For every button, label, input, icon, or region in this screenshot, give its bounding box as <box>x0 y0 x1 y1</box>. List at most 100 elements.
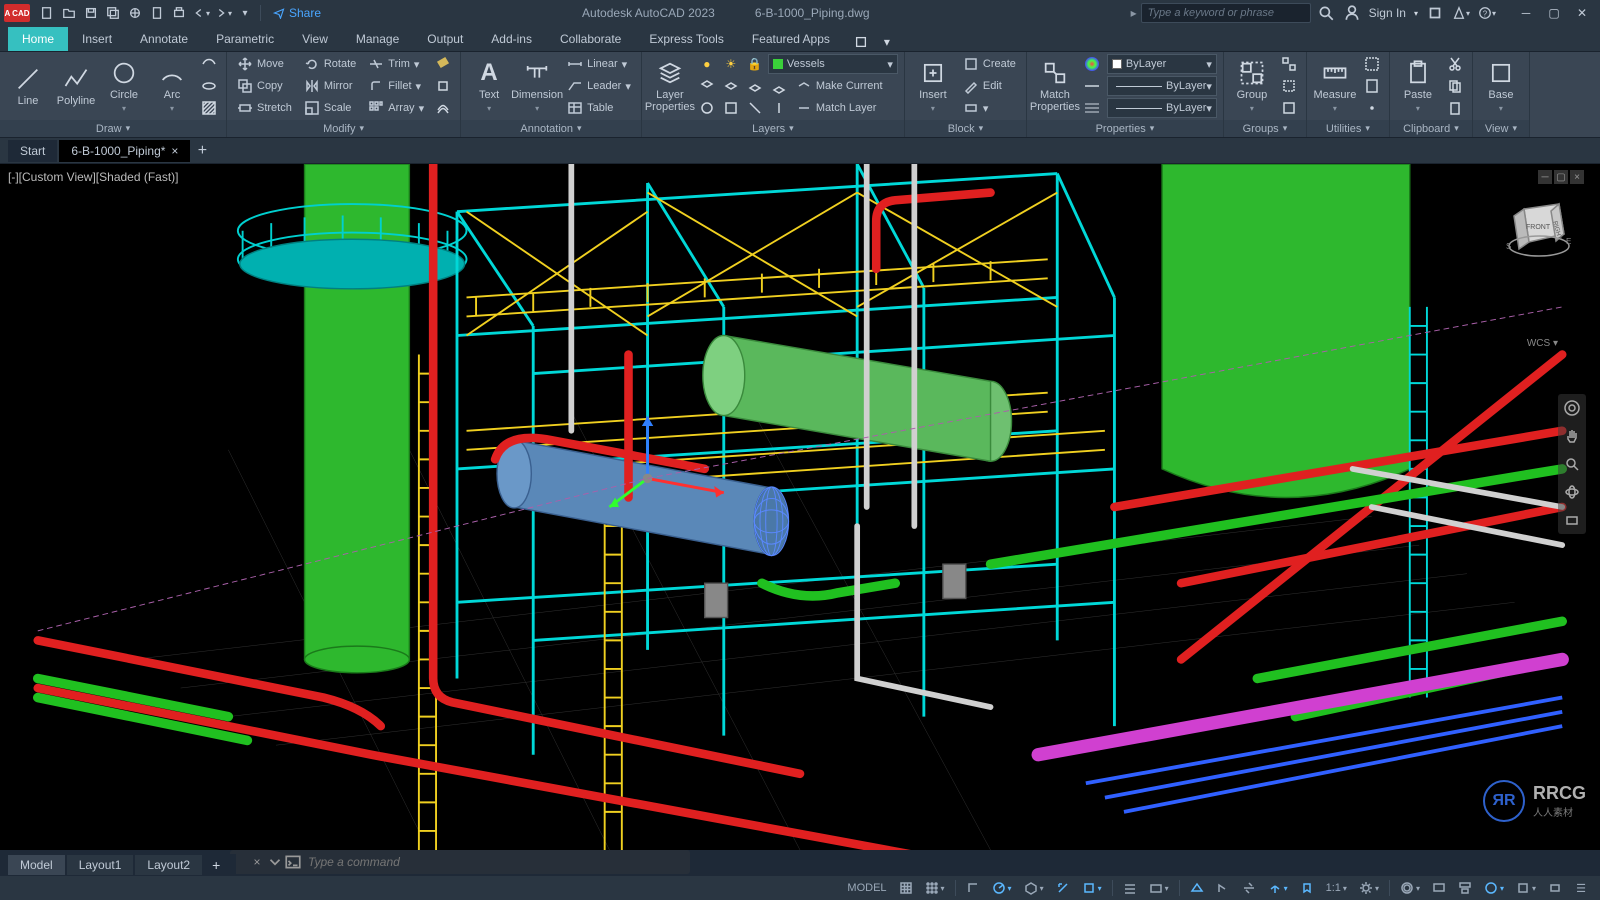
lweight-icon[interactable] <box>1081 98 1103 118</box>
cmd-close-icon[interactable]: × <box>248 853 266 871</box>
layer-dropdown[interactable]: Vessels▾ <box>768 54 898 74</box>
color-wheel-icon[interactable] <box>1081 54 1103 74</box>
minimize-icon[interactable]: ─ <box>1512 1 1540 25</box>
nav-wheel-icon[interactable] <box>1558 394 1586 422</box>
ltype-icon[interactable] <box>1081 76 1103 96</box>
status-dynucs-icon[interactable] <box>1212 878 1234 898</box>
tab-featuredapps[interactable]: Featured Apps <box>738 27 844 51</box>
layer-a-icon[interactable] <box>696 98 718 118</box>
vc-close-icon[interactable]: × <box>1570 170 1584 184</box>
layer-off-icon[interactable] <box>744 76 766 96</box>
panel-layers-title[interactable]: Layers▾ <box>642 120 904 137</box>
arc-button[interactable]: Arc▾ <box>150 54 194 118</box>
viewcube[interactable]: FRONT RIGHT S E <box>1504 194 1574 264</box>
app-icon-a[interactable]: ▾ <box>1452 4 1470 22</box>
status-monitor-icon[interactable] <box>1428 878 1450 898</box>
status-lwt-icon[interactable] <box>1119 878 1141 898</box>
paste-button[interactable]: Paste▾ <box>1396 54 1440 118</box>
linetype-dropdown[interactable]: ByLayer▾ <box>1107 76 1217 96</box>
status-selcycle-icon[interactable] <box>1238 878 1260 898</box>
nav-showmotion-icon[interactable] <box>1558 506 1586 534</box>
base-button[interactable]: Base▾ <box>1479 54 1523 118</box>
vc-min-icon[interactable]: ─ <box>1538 170 1552 184</box>
exchange-icon[interactable] <box>1426 4 1444 22</box>
status-filter-icon[interactable] <box>1454 878 1476 898</box>
make-current-button[interactable]: Make Current <box>792 76 887 96</box>
status-clean-icon[interactable] <box>1544 878 1566 898</box>
help-icon[interactable]: ?▾ <box>1478 4 1496 22</box>
trim-button[interactable]: Trim ▾ <box>364 54 428 74</box>
stretch-button[interactable]: Stretch <box>233 98 296 118</box>
cut-icon[interactable] <box>1444 54 1466 74</box>
panel-utilities-title[interactable]: Utilities▾ <box>1307 120 1389 137</box>
nav-zoom-icon[interactable] <box>1558 450 1586 478</box>
explode-icon[interactable] <box>432 76 454 96</box>
color-dropdown[interactable]: ByLayer▾ <box>1107 54 1217 74</box>
leader-button[interactable]: Leader ▾ <box>563 76 635 96</box>
line-button[interactable]: Line <box>6 54 50 118</box>
match-layer-button[interactable]: Match Layer <box>792 98 881 118</box>
panel-properties-title[interactable]: Properties▾ <box>1027 120 1223 137</box>
qat-new-icon[interactable] <box>37 3 57 23</box>
vc-max-icon[interactable]: ▢ <box>1554 170 1568 184</box>
layer-states-icon[interactable] <box>696 76 718 96</box>
status-polar-icon[interactable]: ▾ <box>988 878 1016 898</box>
status-iso-icon[interactable]: ▾ <box>1020 878 1048 898</box>
status-otrack-icon[interactable]: ▾ <box>1078 878 1106 898</box>
qat-open-icon[interactable] <box>59 3 79 23</box>
doc-tab-add[interactable]: + <box>192 141 212 161</box>
layer-properties-button[interactable]: Layer Properties <box>648 54 692 118</box>
hatch-icon[interactable] <box>198 98 220 118</box>
panel-groups-title[interactable]: Groups▾ <box>1224 120 1306 137</box>
edit-button[interactable]: Edit <box>959 76 1020 96</box>
dimension-button[interactable]: Dimension▾ <box>515 54 559 118</box>
edit-attributes-button[interactable]: ▾ <box>959 98 1020 118</box>
layer-lock-icon[interactable]: 🔒 <box>744 54 766 74</box>
status-osnap-icon[interactable] <box>1052 878 1074 898</box>
layer-freeze-icon[interactable]: ☀ <box>720 54 742 74</box>
status-gear-icon[interactable]: ▾ <box>1355 878 1383 898</box>
panel-draw-title[interactable]: Draw▾ <box>0 120 226 137</box>
layer-prev-icon[interactable] <box>768 76 790 96</box>
tab-annotate[interactable]: Annotate <box>126 27 202 51</box>
status-hw-icon[interactable]: ▾ <box>1480 878 1508 898</box>
array-button[interactable]: Array ▾ <box>364 98 428 118</box>
text-button[interactable]: AText▾ <box>467 54 511 118</box>
group-bbox-icon[interactable] <box>1278 98 1300 118</box>
status-isolate-icon[interactable]: ▾ <box>1512 878 1540 898</box>
tab-home[interactable]: Home <box>8 27 68 51</box>
maximize-icon[interactable]: ▢ <box>1540 1 1568 25</box>
layer-b-icon[interactable] <box>720 98 742 118</box>
status-ws-icon[interactable]: ▾ <box>1396 878 1424 898</box>
status-grid-icon[interactable] <box>895 878 917 898</box>
rotate-button[interactable]: Rotate <box>300 54 360 74</box>
status-snap-icon[interactable]: ▾ <box>921 878 949 898</box>
select-icon[interactable] <box>1361 54 1383 74</box>
nav-pan-icon[interactable] <box>1558 422 1586 450</box>
table-button[interactable]: Table <box>563 98 635 118</box>
layer-c-icon[interactable] <box>744 98 766 118</box>
tab-output[interactable]: Output <box>413 27 477 51</box>
ellipse-icon[interactable] <box>198 76 220 96</box>
tab-expresstools[interactable]: Express Tools <box>635 27 737 51</box>
layout-tab-model[interactable]: Model <box>8 855 65 875</box>
cmd-recent-icon[interactable] <box>266 853 284 871</box>
point-icon[interactable] <box>1361 98 1383 118</box>
signin-button[interactable]: Sign In <box>1369 6 1406 20</box>
search-icon[interactable] <box>1317 4 1335 22</box>
share-button[interactable]: Share <box>273 6 321 20</box>
status-tpy-icon[interactable]: ▾ <box>1145 878 1173 898</box>
status-3dosnap-icon[interactable] <box>1186 878 1208 898</box>
group-button[interactable]: Group▾ <box>1230 54 1274 118</box>
panel-block-title[interactable]: Block▾ <box>905 120 1026 137</box>
create-button[interactable]: Create <box>959 54 1020 74</box>
command-input[interactable] <box>302 855 690 869</box>
status-custom-icon[interactable]: ☰ <box>1570 878 1592 898</box>
panel-annotation-title[interactable]: Annotation▾ <box>461 120 641 137</box>
pasteclip-icon[interactable] <box>1444 98 1466 118</box>
status-ortho-icon[interactable] <box>962 878 984 898</box>
qat-save-icon[interactable] <box>81 3 101 23</box>
tab-manage[interactable]: Manage <box>342 27 413 51</box>
tab-view[interactable]: View <box>288 27 342 51</box>
status-scale-icon[interactable]: 1:1▾ <box>1322 878 1351 898</box>
